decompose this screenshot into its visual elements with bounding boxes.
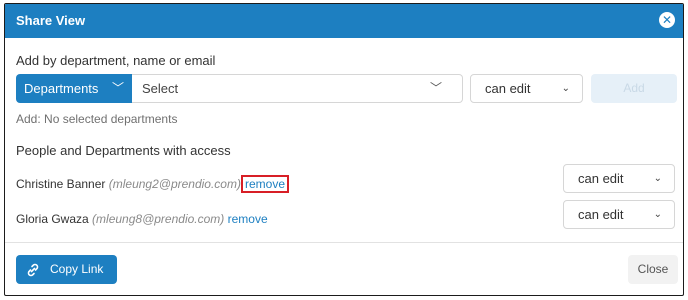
add-prefix: Add: — [16, 112, 41, 126]
departments-dropdown-button[interactable]: Departments ﹀ — [16, 74, 132, 103]
access-row: Christine Banner (mleung2@prendio.com) re… — [16, 175, 289, 193]
departments-label: Departments — [24, 81, 99, 96]
select-placeholder: Select — [142, 81, 179, 96]
close-button[interactable]: Close — [628, 255, 678, 284]
person-name: Gloria Gwaza — [16, 212, 89, 226]
person-name: Christine Banner — [16, 177, 106, 191]
chevron-down-icon: ⌄ — [653, 209, 662, 220]
person-permission-select[interactable]: can edit ⌄ — [563, 200, 675, 229]
link-icon — [27, 263, 39, 277]
add-status: Add: No selected departments — [16, 112, 177, 126]
remove-link[interactable]: remove — [228, 212, 268, 226]
permission-value: can edit — [578, 207, 624, 222]
dialog-header: Share View ✕ — [5, 4, 683, 38]
remove-link[interactable]: remove — [240, 175, 289, 193]
chevron-down-icon: ⌄ — [653, 173, 662, 184]
share-view-dialog: Share View ✕ Add by department, name or … — [4, 3, 684, 296]
close-icon[interactable]: ✕ — [659, 12, 675, 28]
access-section-label: People and Departments with access — [16, 143, 231, 158]
footer-divider — [5, 242, 683, 243]
copy-link-label: Copy Link — [50, 262, 104, 276]
permission-value: can edit — [578, 171, 624, 186]
add-permission-select[interactable]: can edit ⌄ — [470, 74, 583, 103]
dialog-title: Share View — [16, 13, 86, 28]
add-section-label: Add by department, name or email — [16, 53, 216, 68]
person-permission-select[interactable]: can edit ⌄ — [563, 164, 675, 193]
chevron-down-icon: ⌄ — [561, 83, 570, 94]
person-email: (mleung8@prendio.com) — [92, 212, 225, 226]
chevron-down-icon: ﹀ — [111, 81, 124, 95]
select-input[interactable]: Select ﹀ — [132, 74, 463, 103]
permission-value: can edit — [485, 81, 531, 96]
add-status-text: No selected departments — [44, 112, 178, 126]
add-button[interactable]: Add — [591, 74, 677, 103]
person-email: (mleung2@prendio.com) — [108, 177, 241, 191]
copy-link-button[interactable]: Copy Link — [16, 255, 117, 284]
access-row: Gloria Gwaza (mleung8@prendio.com) remov… — [16, 212, 268, 226]
chevron-down-icon: ﹀ — [429, 81, 442, 95]
